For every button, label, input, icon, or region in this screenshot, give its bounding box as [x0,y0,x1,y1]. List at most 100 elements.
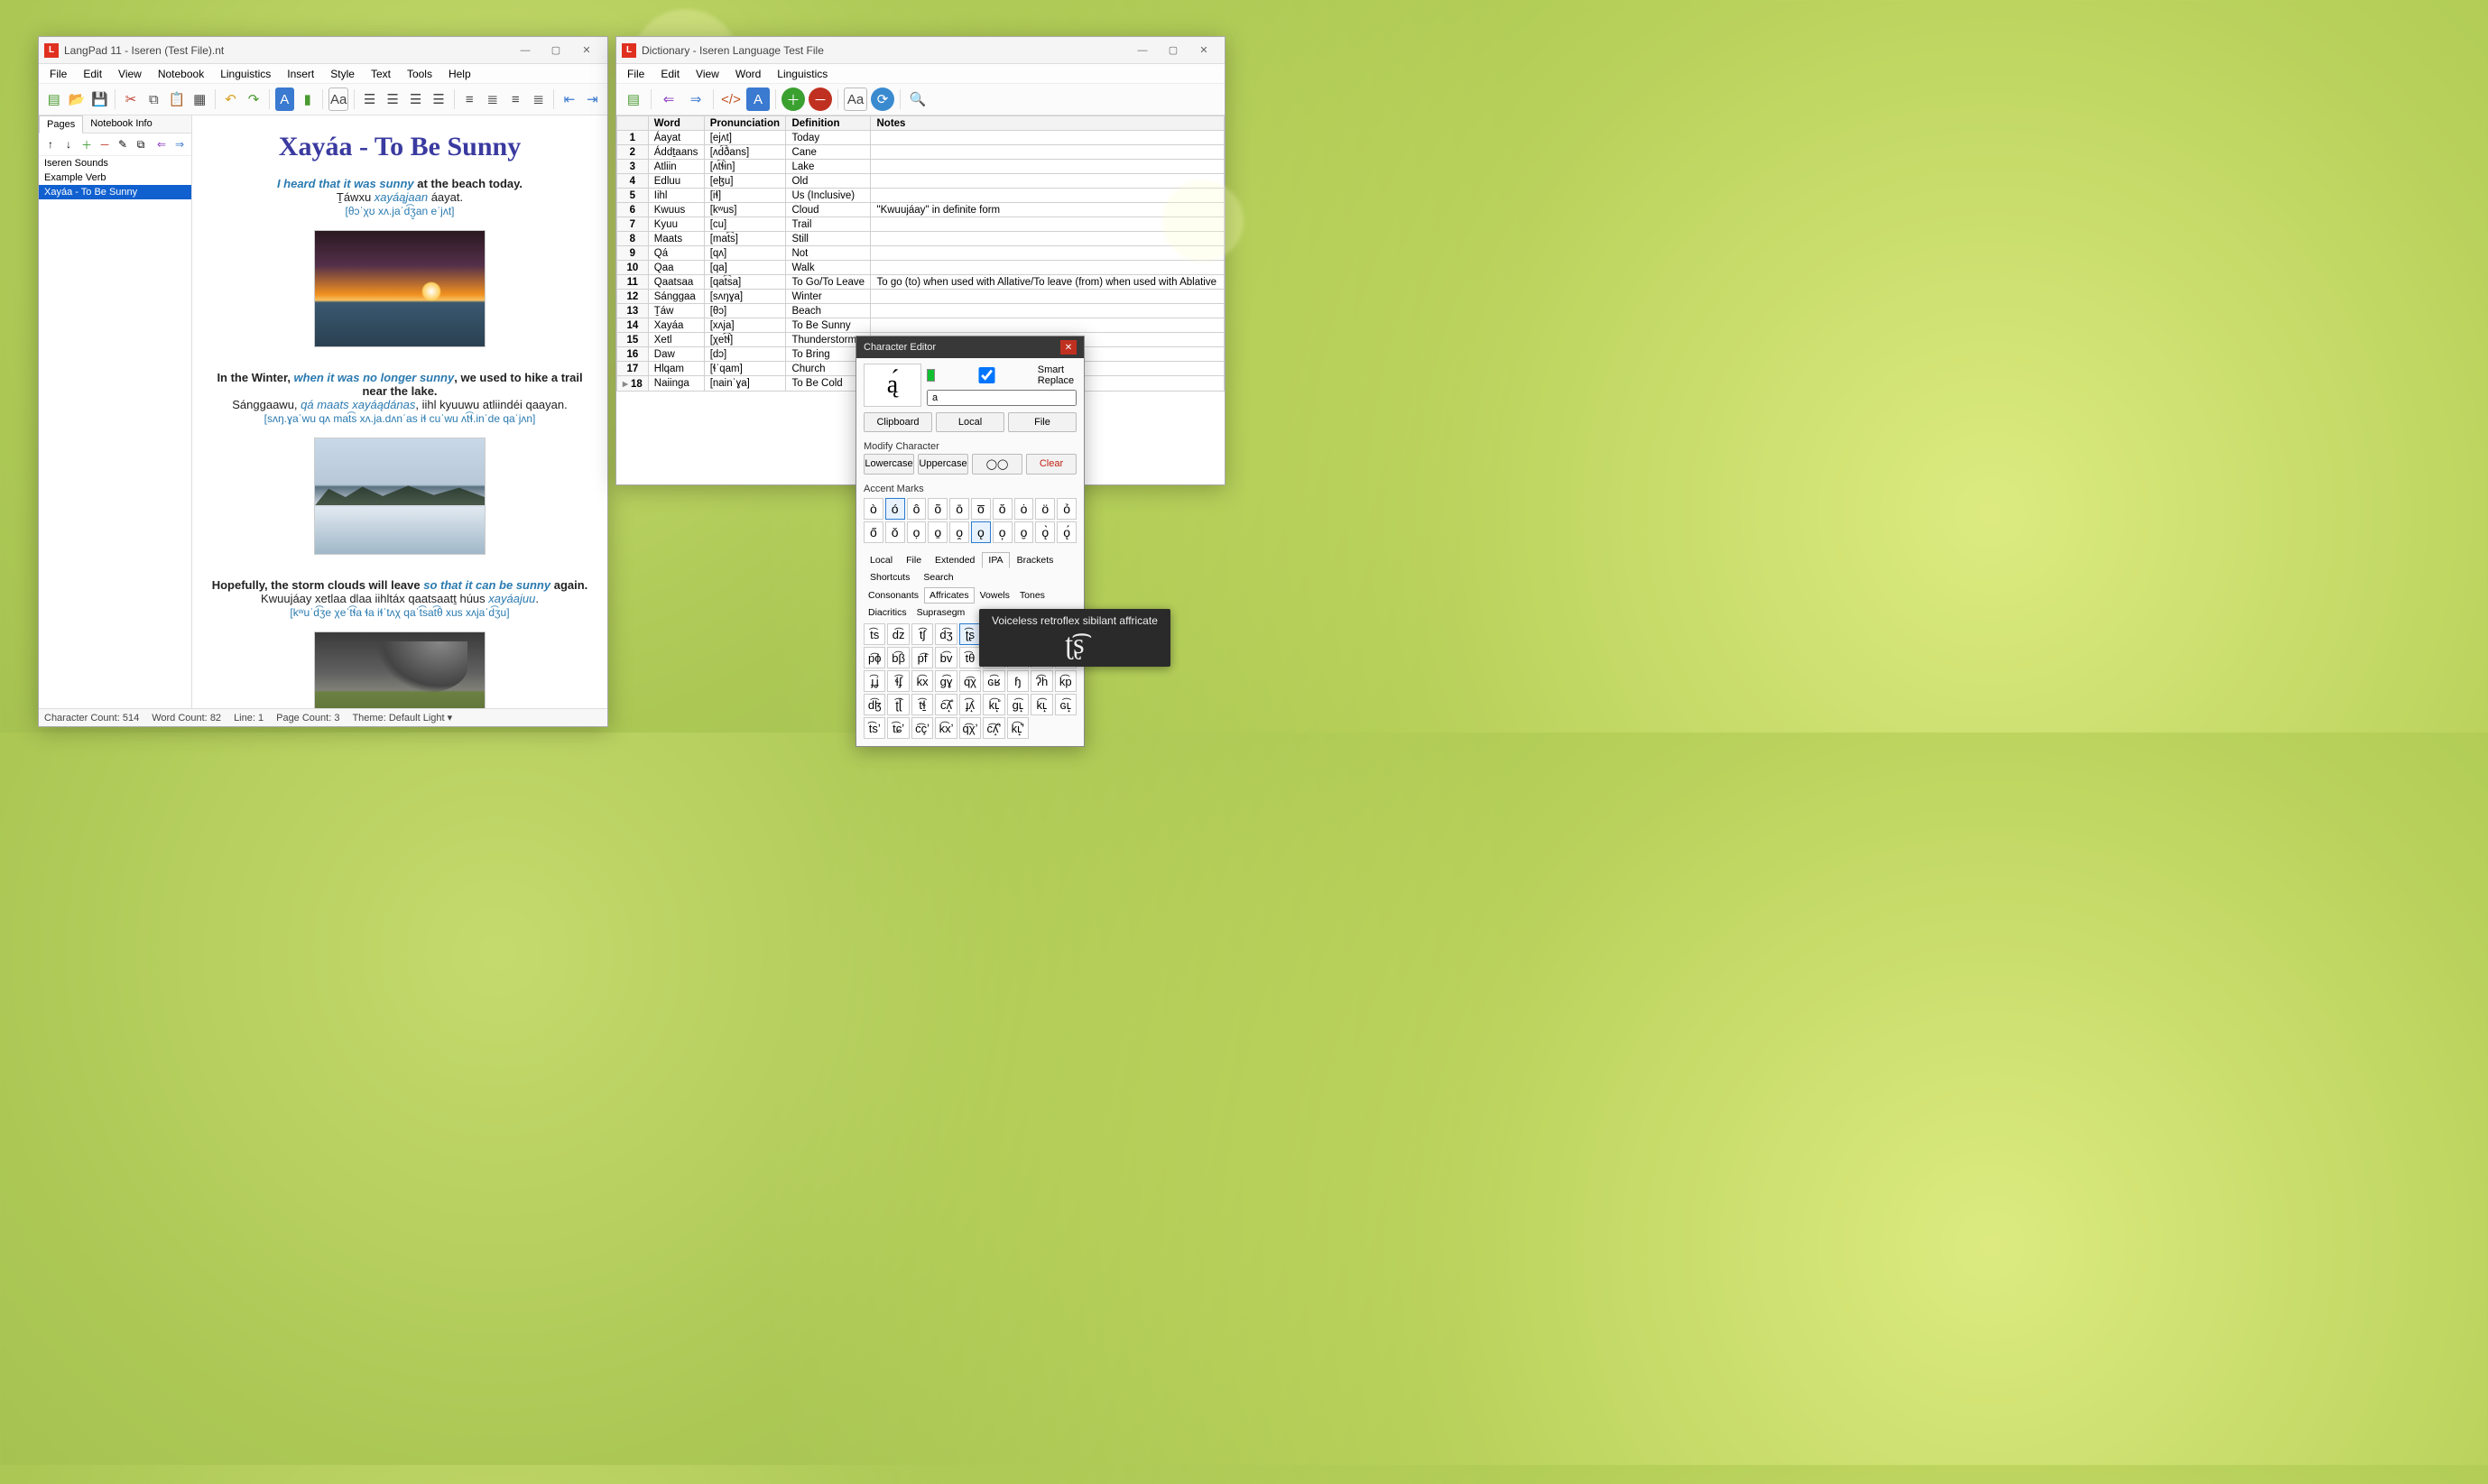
tab-search[interactable]: Search [917,569,959,585]
local-button[interactable]: Local [936,412,1004,432]
move-up-icon[interactable]: ↑ [42,136,59,152]
ipa-char[interactable]: ɢ͡ʟ̝ [1055,694,1077,715]
accent-mark[interactable]: ǒ [885,521,905,543]
menu-style[interactable]: Style [323,66,362,82]
menu-help[interactable]: Help [441,66,478,82]
accent-mark[interactable]: ỏ [1057,498,1077,520]
menu-edit[interactable]: Edit [653,66,687,82]
outdent-icon[interactable]: ⇤ [560,88,578,111]
accent-mark[interactable]: ô [907,498,927,520]
subtab-affricates[interactable]: Affricates [924,587,975,604]
accent-mark[interactable]: õ [928,498,948,520]
export-page-icon[interactable]: ⇒ [171,136,188,152]
accent-mark[interactable]: ö [1035,498,1055,520]
ipa-char[interactable]: b͡v [935,647,957,668]
add-word-icon[interactable]: ＋ [782,88,805,111]
redo-icon[interactable]: ↷ [244,88,263,111]
column-header[interactable]: Word [648,116,704,131]
add-page-icon[interactable]: ＋ [79,136,95,152]
close-icon[interactable]: ✕ [1060,340,1077,355]
table-row[interactable]: 6Kwuus[kʷus]Cloud"Kwuujáay" in definite … [617,203,1225,217]
ipa-char[interactable]: t͡sʼ [864,717,885,739]
ipa-char[interactable]: k͡x [911,670,933,692]
ipa-char[interactable]: c͡çʼ [911,717,933,739]
tab-notebook-info[interactable]: Notebook Info [83,115,160,133]
open-icon[interactable]: 📂 [67,88,86,111]
menu-linguistics[interactable]: Linguistics [770,66,835,82]
ipa-char[interactable]: d͡ɮ [864,694,885,715]
menu-file[interactable]: File [42,66,74,82]
refresh-icon[interactable]: ⟳ [871,88,894,111]
close-button[interactable]: ✕ [1189,41,1219,60]
ipa-char[interactable]: p͡f [911,647,933,668]
minimize-button[interactable]: — [510,41,541,60]
paste-icon[interactable]: 📋 [167,88,186,111]
ipa-char[interactable]: k͡p [1055,670,1077,692]
tab-ipa[interactable]: IPA [982,552,1009,568]
tab-shortcuts[interactable]: Shortcuts [864,569,916,585]
ipa-char[interactable]: q͡χ [959,670,981,692]
accent-mark[interactable]: ǫ́ [1057,521,1077,543]
table-row[interactable]: 4Edluu[eɮu]Old [617,174,1225,189]
tab-local[interactable]: Local [864,552,899,568]
ipa-char[interactable]: t͡ʃ [911,623,933,645]
subtab-consonants[interactable]: Consonants [864,588,923,603]
remove-word-icon[interactable]: － [809,88,832,111]
table-row[interactable]: 3Atliin[ʌt͡ɬin]Lake [617,160,1225,174]
accent-mark[interactable]: o̮ [1014,521,1034,543]
column-header[interactable]: Definition [786,116,871,131]
menu-edit[interactable]: Edit [76,66,109,82]
accent-mark[interactable]: ó [885,498,905,520]
copy-icon[interactable]: ⧉ [144,88,163,111]
ipa-char[interactable]: t͡s [864,623,885,645]
table-row[interactable]: 14Xayáa[xʌja]To Be Sunny [617,318,1225,333]
ipa-char[interactable]: k͡xʼ [935,717,957,739]
table-row[interactable]: 11Qaatsaa[qat͡sa]To Go/To LeaveTo go (to… [617,275,1225,290]
ipa-char[interactable]: ʈ͡ʂ [959,623,981,645]
ipa-char[interactable]: ɧ [1007,670,1029,692]
move-down-icon[interactable]: ↓ [60,136,77,152]
tab-pages[interactable]: Pages [39,115,83,134]
accent-mark[interactable]: o̦ [993,521,1013,543]
lowercase-button[interactable]: Lowercase [864,454,914,475]
accent-mark[interactable]: ǫ̀ [1035,521,1055,543]
menu-tools[interactable]: Tools [400,66,439,82]
ipa-char[interactable]: ɟ͡ʝ [864,670,885,692]
accent-mark[interactable]: ò [864,498,883,520]
page-item[interactable]: Example Verb [39,171,191,185]
subtab-diacritics[interactable]: Diacritics [864,605,911,620]
menu-text[interactable]: Text [364,66,398,82]
ipa-char[interactable]: d͡z [887,623,909,645]
menu-file[interactable]: File [620,66,652,82]
column-header[interactable] [617,116,649,131]
link-chars-button[interactable]: ◯◯ [972,454,1022,475]
char-input[interactable] [927,390,1077,406]
page-list[interactable]: Iseren SoundsExample VerbXayáa - To Be S… [39,156,191,708]
ipa-char[interactable]: k͡ʟ̝ [1031,694,1052,715]
table-row[interactable]: 13Ṯáw[θɔ]Beach [617,304,1225,318]
indent-icon[interactable]: ⇥ [583,88,602,111]
accent-mark[interactable]: ȯ [1014,498,1034,520]
menu-word[interactable]: Word [728,66,768,82]
char-editor-icon[interactable]: А [275,88,294,111]
column-header[interactable]: Pronunciation [704,116,786,131]
page-item[interactable]: Xayáa - To Be Sunny [39,185,191,199]
char-editor-titlebar[interactable]: Character Editor ✕ [856,336,1084,358]
subtab-suprasegm[interactable]: Suprasegm [912,605,970,620]
document-area[interactable]: Xayáa - To Be Sunny I heard that it was … [192,115,607,708]
save-icon[interactable]: 💾 [90,88,109,111]
tab-extended[interactable]: Extended [929,552,981,568]
import-page-icon[interactable]: ⇐ [153,136,170,152]
theme-selector[interactable]: Default Light ▾ [389,713,452,724]
align-left-icon[interactable]: ≡ [460,88,479,111]
search-icon[interactable]: 🔍 [906,88,930,111]
menu-view[interactable]: View [111,66,149,82]
font-icon[interactable]: Aa [328,88,348,111]
maximize-button[interactable]: ▢ [541,41,571,60]
file-button[interactable]: File [1008,412,1077,432]
page-item[interactable]: Iseren Sounds [39,156,191,171]
ipa-char[interactable]: ɢ͡ʁ [983,670,1004,692]
ipa-char[interactable]: c͡ʎ̝̊ʼ [983,717,1004,739]
table-row[interactable]: 10Qaa[qa]Walk [617,261,1225,275]
clipboard-button[interactable]: Clipboard [864,412,932,432]
